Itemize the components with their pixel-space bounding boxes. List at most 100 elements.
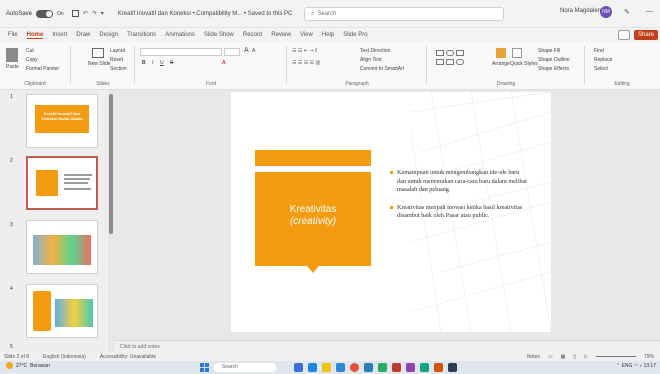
app-icon[interactable] xyxy=(434,363,443,372)
undo-icon[interactable]: ↶ xyxy=(83,10,88,17)
avatar[interactable]: NM xyxy=(600,6,612,18)
redo-icon[interactable]: ↷ xyxy=(92,10,97,17)
app-icon[interactable] xyxy=(420,363,429,372)
language-status[interactable]: English (Indonesia) xyxy=(43,354,86,360)
oval-shape-icon[interactable] xyxy=(446,50,454,56)
slide-thumbnail-1[interactable]: Kreatif Inovatif dan Koneksi Dunia Usaha xyxy=(26,94,98,148)
tab-animations[interactable]: Animations xyxy=(165,32,195,38)
slide-thumbnail-3[interactable] xyxy=(26,220,98,274)
slide-title[interactable]: Kreativitas (creativity) xyxy=(255,204,371,228)
new-slide-icon[interactable] xyxy=(92,48,104,58)
rectangle-shape-icon[interactable] xyxy=(436,50,444,56)
tab-review[interactable]: Review xyxy=(271,32,291,38)
app-icon[interactable] xyxy=(406,363,415,372)
save-icon[interactable] xyxy=(71,10,79,17)
smartart-button[interactable]: Convert to SmartArt xyxy=(360,66,404,72)
tab-home[interactable]: Home xyxy=(26,32,44,39)
tab-slide-pro[interactable]: Slide Pro xyxy=(343,32,367,38)
bold-button[interactable]: B xyxy=(142,60,146,66)
shape-effects-button[interactable]: Shape Effects xyxy=(538,66,569,72)
tab-insert[interactable]: Insert xyxy=(52,32,67,38)
tab-draw[interactable]: Draw xyxy=(76,32,90,38)
section-button[interactable]: Section xyxy=(110,66,127,72)
star-shape-icon[interactable] xyxy=(456,59,464,65)
triangle-shape-icon[interactable] xyxy=(436,59,444,65)
font-size-box[interactable] xyxy=(224,48,240,56)
line-shape-icon[interactable] xyxy=(456,50,464,56)
edge-icon[interactable] xyxy=(308,363,317,372)
grow-font-button[interactable]: A xyxy=(244,47,249,54)
align-icon[interactable]: ☰ ☰ ☰ ☰ ▥ xyxy=(292,60,320,66)
search-box[interactable]: ⌕ Search xyxy=(304,7,504,21)
clock[interactable]: 13:17 xyxy=(643,363,656,369)
bullet-text-box[interactable]: Kemampuan untuk mengembangkan ide-ide ba… xyxy=(389,169,529,230)
quick-styles-icon[interactable] xyxy=(512,48,522,58)
align-text-button[interactable]: Align Text xyxy=(360,57,382,63)
copy-button[interactable]: Copy xyxy=(26,57,38,63)
customize-qat-icon[interactable]: ▾ xyxy=(101,10,104,17)
minimize-icon[interactable]: — xyxy=(646,8,653,15)
tab-record[interactable]: Record xyxy=(243,32,262,38)
pen-icon[interactable]: ✎ xyxy=(624,8,630,16)
accessibility-status[interactable]: Accessibility: Unavailable xyxy=(100,354,156,360)
wifi-icon[interactable]: ◠ xyxy=(634,363,638,369)
share-button[interactable]: Share xyxy=(633,30,658,40)
slide[interactable]: Kreativitas (creativity) Kemampuan untuk… xyxy=(231,92,551,332)
powerpoint-icon[interactable] xyxy=(392,363,401,372)
tab-slide-show[interactable]: Slide Show xyxy=(204,32,234,38)
file-explorer-icon[interactable] xyxy=(322,363,331,372)
new-slide-button[interactable]: New Slide xyxy=(88,61,111,67)
reset-button[interactable]: Reset xyxy=(110,57,123,63)
arrange-button[interactable]: Arrange xyxy=(492,61,510,67)
taskbar-search[interactable]: Search xyxy=(214,363,276,372)
select-button[interactable]: Select xyxy=(594,66,608,72)
strikethrough-button[interactable]: S xyxy=(170,60,173,66)
replace-button[interactable]: Replace xyxy=(594,57,612,63)
word-icon[interactable] xyxy=(364,363,373,372)
windows-start-icon[interactable] xyxy=(200,363,209,372)
autosave-toggle[interactable] xyxy=(36,9,54,18)
font-color-button[interactable]: A xyxy=(222,60,226,66)
layout-button[interactable]: Layout xyxy=(110,48,125,54)
zoom-slider[interactable] xyxy=(595,356,636,357)
scrollbar-thumb[interactable] xyxy=(109,94,113,234)
language-indicator[interactable]: ENG xyxy=(622,363,633,369)
task-view-icon[interactable] xyxy=(294,363,303,372)
format-painter-button[interactable]: Format Painter xyxy=(26,66,59,72)
weather-widget[interactable]: 27°C Berawan xyxy=(6,362,50,369)
system-tray[interactable]: ⌃ ENG ◠ ♪ 13:17 xyxy=(616,363,656,369)
arrow-shape-icon[interactable] xyxy=(446,59,454,65)
tab-file[interactable]: File xyxy=(8,32,18,38)
shrink-font-button[interactable]: A xyxy=(252,48,255,54)
volume-icon[interactable]: ♪ xyxy=(640,363,643,369)
underline-button[interactable]: U xyxy=(160,60,164,66)
slide-thumbnail-2[interactable] xyxy=(26,156,98,210)
slideshow-icon[interactable]: ▷ xyxy=(584,354,588,360)
find-button[interactable]: Find xyxy=(594,48,604,54)
chrome-icon[interactable] xyxy=(350,363,359,372)
arrange-icon[interactable] xyxy=(496,48,506,58)
tab-help[interactable]: Help xyxy=(322,32,334,38)
paste-icon[interactable] xyxy=(6,48,18,62)
app-icon[interactable] xyxy=(448,363,457,372)
font-name-box[interactable] xyxy=(140,48,222,56)
notes-button[interactable]: Notes xyxy=(527,354,540,360)
quick-styles-button[interactable]: Quick Styles xyxy=(510,61,538,67)
store-icon[interactable] xyxy=(336,363,345,372)
tab-view[interactable]: View xyxy=(300,32,313,38)
shape-outline-button[interactable]: Shape Outline xyxy=(538,57,570,63)
user-name[interactable]: Nora Magdalen xyxy=(560,8,601,14)
excel-icon[interactable] xyxy=(378,363,387,372)
tray-chevron-icon[interactable]: ⌃ xyxy=(616,363,620,369)
text-direction-button[interactable]: Text Direction xyxy=(360,48,390,54)
italic-button[interactable]: I xyxy=(152,60,153,66)
bullets-icon[interactable]: ☰ ☰ ⇤ ⇥ ‖ xyxy=(292,48,317,54)
shape-fill-button[interactable]: Shape Fill xyxy=(538,48,560,54)
slide-sorter-icon[interactable]: ▦ xyxy=(561,354,566,360)
tab-transitions[interactable]: Transitions xyxy=(127,32,156,38)
zoom-level[interactable]: 79% xyxy=(644,354,654,360)
reading-view-icon[interactable]: ▯ xyxy=(573,354,576,360)
notes-pane[interactable]: Click to add notes xyxy=(114,340,660,352)
normal-view-icon[interactable]: ▭ xyxy=(548,354,553,360)
slide-thumbnail-4[interactable] xyxy=(26,284,98,338)
